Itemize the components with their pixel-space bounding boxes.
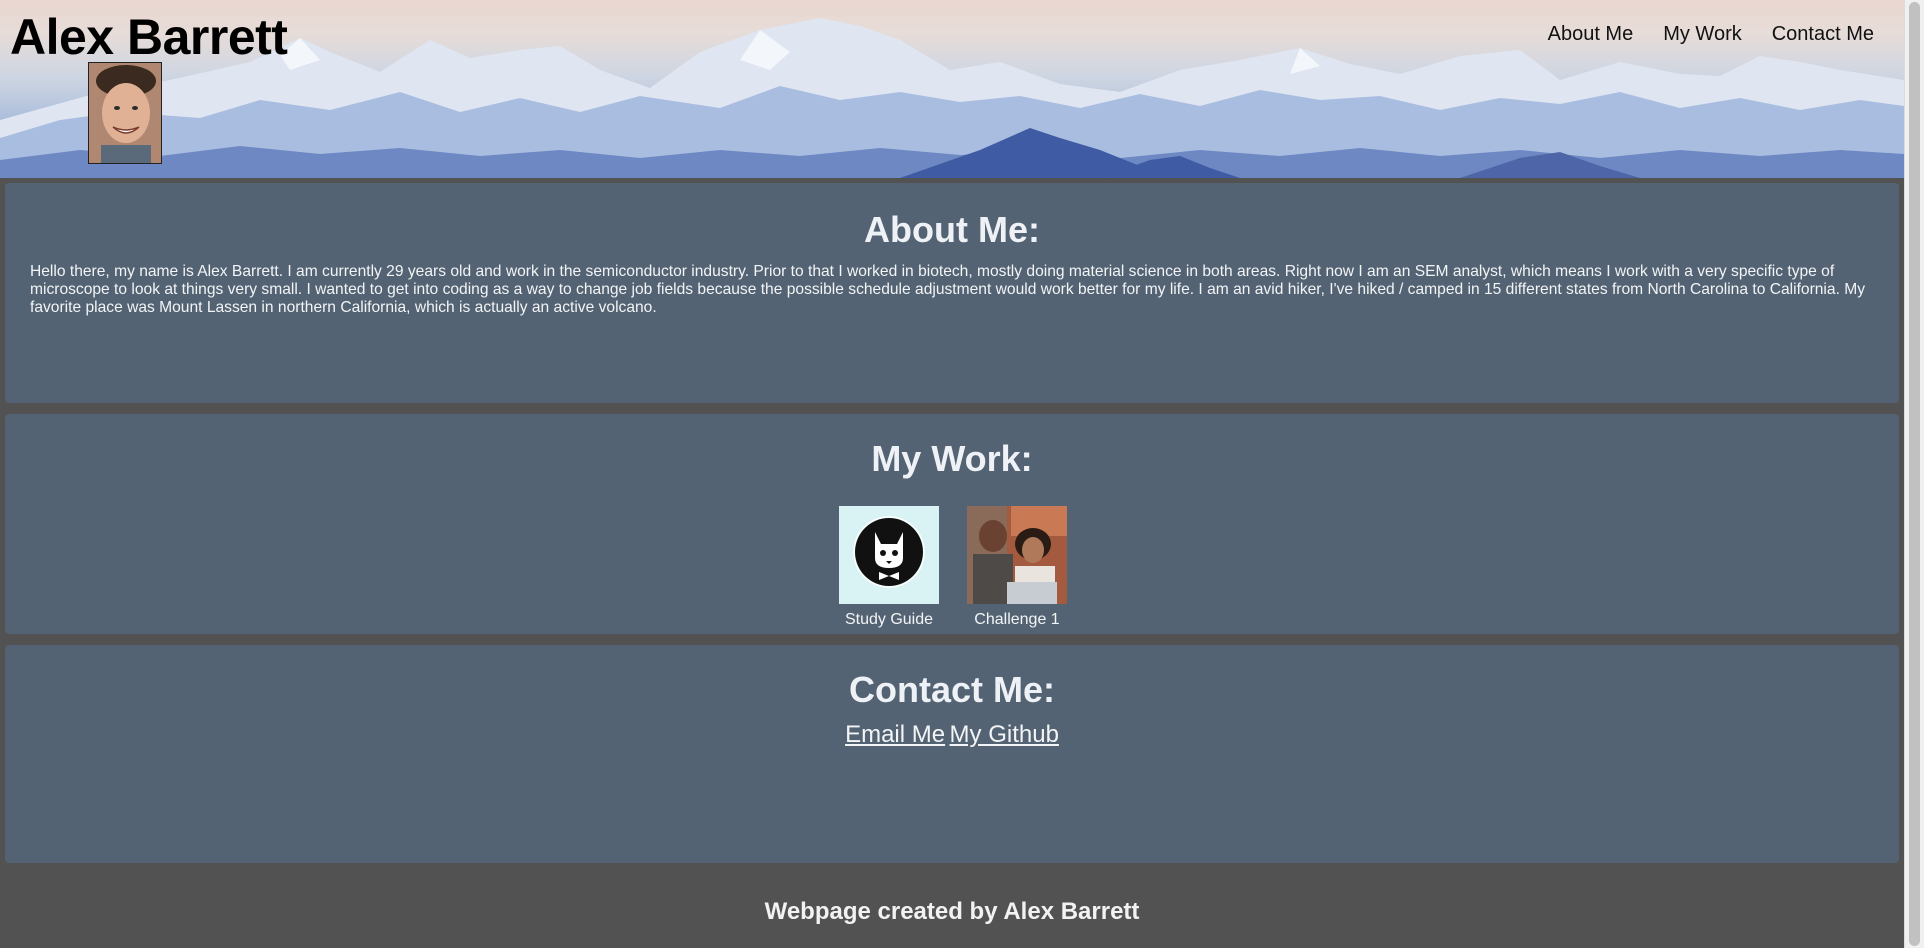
contact-links: Email Me My Github [5, 721, 1899, 749]
footer: Webpage created by Alex Barrett [764, 898, 1140, 925]
work-caption-challenge-1[interactable]: Challenge 1 [974, 611, 1059, 629]
challenge-1-thumbnail[interactable] [967, 506, 1067, 604]
work-item-challenge-1[interactable]: Challenge 1 [967, 506, 1067, 629]
main-nav: About Me My Work Contact Me [1548, 23, 1874, 46]
work-item-study-guide[interactable]: Study Guide [839, 506, 939, 629]
about-section: About Me: Hello there, my name is Alex B… [5, 183, 1899, 403]
github-link[interactable]: My Github [950, 721, 1059, 748]
about-heading: About Me: [864, 209, 1040, 250]
contact-heading: Contact Me: [849, 669, 1055, 710]
nav-contact-me[interactable]: Contact Me [1772, 23, 1874, 46]
email-me-link[interactable]: Email Me [845, 721, 945, 748]
work-list: Study Guide Challenge 1 [5, 506, 1899, 629]
work-heading: My Work: [871, 438, 1033, 479]
site-header: Alex Barrett About Me My Work Contact Me [0, 0, 1904, 178]
work-section: My Work: Study Guide Challenge 1 [5, 414, 1899, 634]
site-title: Alex Barrett [10, 9, 288, 65]
work-caption-study-guide[interactable]: Study Guide [845, 611, 933, 629]
about-text: Hello there, my name is Alex Barrett. I … [30, 263, 1866, 316]
avatar [88, 62, 162, 164]
contact-section: Contact Me: Email Me My Github [5, 645, 1899, 863]
nav-my-work[interactable]: My Work [1663, 23, 1742, 46]
cat-logo-icon[interactable] [839, 506, 939, 604]
scrollbar-thumb[interactable] [1909, 2, 1920, 946]
vertical-scrollbar[interactable] [1904, 0, 1924, 948]
nav-about-me[interactable]: About Me [1548, 23, 1634, 46]
